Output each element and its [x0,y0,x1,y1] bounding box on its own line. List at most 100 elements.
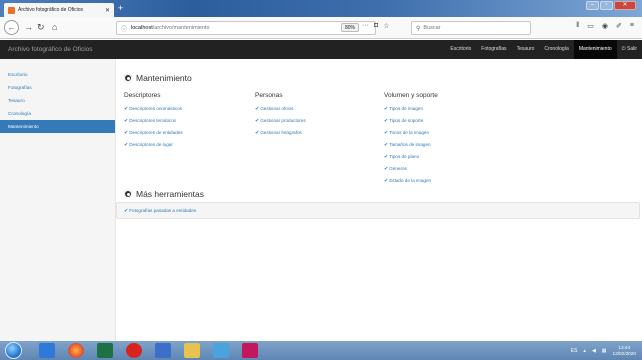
forward-icon[interactable]: → [24,22,33,32]
link-tipos-soporte[interactable]: ✔Tipos de soporte [384,115,438,127]
word-taskbar-icon[interactable] [155,343,171,358]
photos-taskbar-icon[interactable] [213,343,229,358]
check-icon: ✔ [384,166,389,172]
check-icon: ✔ [255,106,260,112]
app-header: Archivo fotográfico de Oficios Escritori… [0,40,642,59]
section-title-text: Mantenimiento [136,73,192,83]
sidebar-item-fotografias[interactable]: Fotografías [0,81,115,94]
extension-icon[interactable]: ◉ [602,22,608,30]
link-label: Descriptores onomásticos [129,106,183,111]
sidebar-item-cronologia[interactable]: Cronología [0,107,115,120]
browser-navbar: ← → ↻ ⌂ ⓘ localhost /archivo/mantenimien… [0,17,642,39]
link-generos[interactable]: ✔Géneros [384,163,438,175]
check-icon: ✔ [124,208,129,214]
maximize-icon[interactable]: ▫ [600,1,613,10]
link-tipos-plano[interactable]: ✔Tipos de plano [384,151,438,163]
sidebar-item-escritorio[interactable]: Escritorio [0,68,115,81]
column-descriptores: Descriptores ✔Descriptores onomásticos ✔… [124,92,183,151]
window-controls: – ▫ ✕ [586,1,636,10]
tray-arrow-icon[interactable]: ▴ [583,348,586,354]
info-icon[interactable]: ⓘ [121,24,127,33]
favicon-icon [8,6,15,14]
gear-icon [124,190,132,198]
nav-cronologia[interactable]: Cronología [539,40,573,59]
link-descriptores-lugar[interactable]: ✔Descriptores de lugar [124,139,183,151]
page-actions-icon[interactable]: ··· [362,22,369,30]
explorer-taskbar-icon[interactable] [39,343,55,358]
new-tab-button[interactable]: + [118,3,123,14]
minimize-icon[interactable]: – [586,1,599,10]
sidebar-item-mantenimiento[interactable]: Mantenimiento [0,120,115,133]
check-icon: ✔ [255,130,260,136]
link-label: Tipos de plano [389,154,420,159]
nav-escritorio[interactable]: Escritorio [445,40,476,59]
app-brand[interactable]: Archivo fotográfico de Oficios [8,46,93,53]
reload-icon[interactable]: ↻ [37,22,45,32]
volume-icon[interactable]: ◀ [592,348,596,354]
search-box[interactable]: ⚲ [411,21,531,35]
check-icon: ✔ [384,118,389,124]
link-label: Tamaños de imagen [389,142,431,147]
link-label: Tonos de la imagen [389,130,430,135]
column-heading: Descriptores [124,92,161,99]
link-tamanos-imagen[interactable]: ✔Tamaños de imagen [384,139,438,151]
library-icon[interactable]: ⫴ [576,22,579,30]
link-tonos-imagen[interactable]: ✔Tonos de la imagen [384,127,438,139]
window-close-icon[interactable]: ✕ [614,1,636,10]
section-title-herramientas: Más herramientas [124,189,204,199]
network-icon[interactable]: ▦ [602,348,607,354]
link-label: Gestionar fotógrafos [260,130,302,135]
firefox-taskbar-icon[interactable] [68,343,84,358]
system-tray: ES ▴ ◀ ▦ 13:44 13/02/2020 [571,345,636,357]
link-fotografias-entidades[interactable]: ✔Fotografías pasadas a entidades [124,203,639,218]
sidebar-toggle-icon[interactable]: ▭ [587,22,594,30]
check-icon: ✔ [384,106,389,112]
check-icon: ✔ [384,178,389,184]
column-heading: Personas [255,92,283,99]
link-label: Gestionar ofcios [260,106,294,111]
nav-fotografias[interactable]: Fotografías [476,40,511,59]
check-icon: ✔ [124,106,129,112]
app-taskbar-icon[interactable] [242,343,258,358]
sidebar-item-tesauro[interactable]: Tesauro [0,94,115,107]
link-estado-imagen[interactable]: ✔Estado de la imagen [384,175,438,187]
link-tipos-imagen[interactable]: ✔Tipos de imagen [384,103,438,115]
nav-salir[interactable]: ⏻ Salir [617,40,642,59]
language-indicator[interactable]: ES [571,348,578,354]
sidebar: Escritorio Fotografías Tesauro Cronologí… [0,59,116,341]
opera-taskbar-icon[interactable] [126,343,142,358]
bookmark-star-icon[interactable]: ☆ [383,22,389,30]
link-gestionar-oficios[interactable]: ✔Gestionar ofcios [255,103,306,115]
excel-taskbar-icon[interactable] [97,343,113,358]
browser-tab[interactable]: Archivo fotográfico de Oficios ✕ [4,3,114,17]
check-icon: ✔ [384,142,389,148]
url-bar[interactable]: ⓘ localhost /archivo/mantenimiento [116,21,376,35]
link-descriptores-onomasticos[interactable]: ✔Descriptores onomásticos [124,103,183,115]
url-host: localhost [131,25,153,31]
link-label: Tipos de imagen [389,106,423,111]
nav-mantenimiento[interactable]: Mantenimiento [573,40,617,59]
back-icon[interactable]: ← [4,20,19,35]
link-descriptores-tematicos[interactable]: ✔Descriptores temáticos [124,115,183,127]
nav-tesauro[interactable]: Tesauro [512,40,540,59]
link-label: Estado de la imagen [389,178,432,183]
gear-icon [124,74,132,82]
pocket-icon[interactable]: ◘ [374,22,378,30]
link-gestionar-fotografos[interactable]: ✔Gestionar fotógrafos [255,127,306,139]
customize-icon[interactable]: ✐ [616,22,622,30]
home-icon[interactable]: ⌂ [52,22,57,32]
link-label: Géneros [389,166,407,171]
link-label: Fotografías pasadas a entidades [129,208,197,213]
link-descriptores-entidades[interactable]: ✔Descriptores de entidades [124,127,183,139]
close-tab-icon[interactable]: ✕ [105,7,110,14]
search-input[interactable] [423,25,514,31]
menu-icon[interactable]: ≡ [630,22,634,30]
clock[interactable]: 13:44 13/02/2020 [613,345,636,357]
link-label: Tipos de soporte [389,118,424,123]
folder-taskbar-icon[interactable] [184,343,200,358]
check-icon: ✔ [255,118,260,124]
check-icon: ✔ [124,118,129,124]
start-button-icon[interactable] [5,342,22,359]
zoom-indicator[interactable]: 80% [341,23,360,32]
link-gestionar-productores[interactable]: ✔Gestionar productores [255,115,306,127]
